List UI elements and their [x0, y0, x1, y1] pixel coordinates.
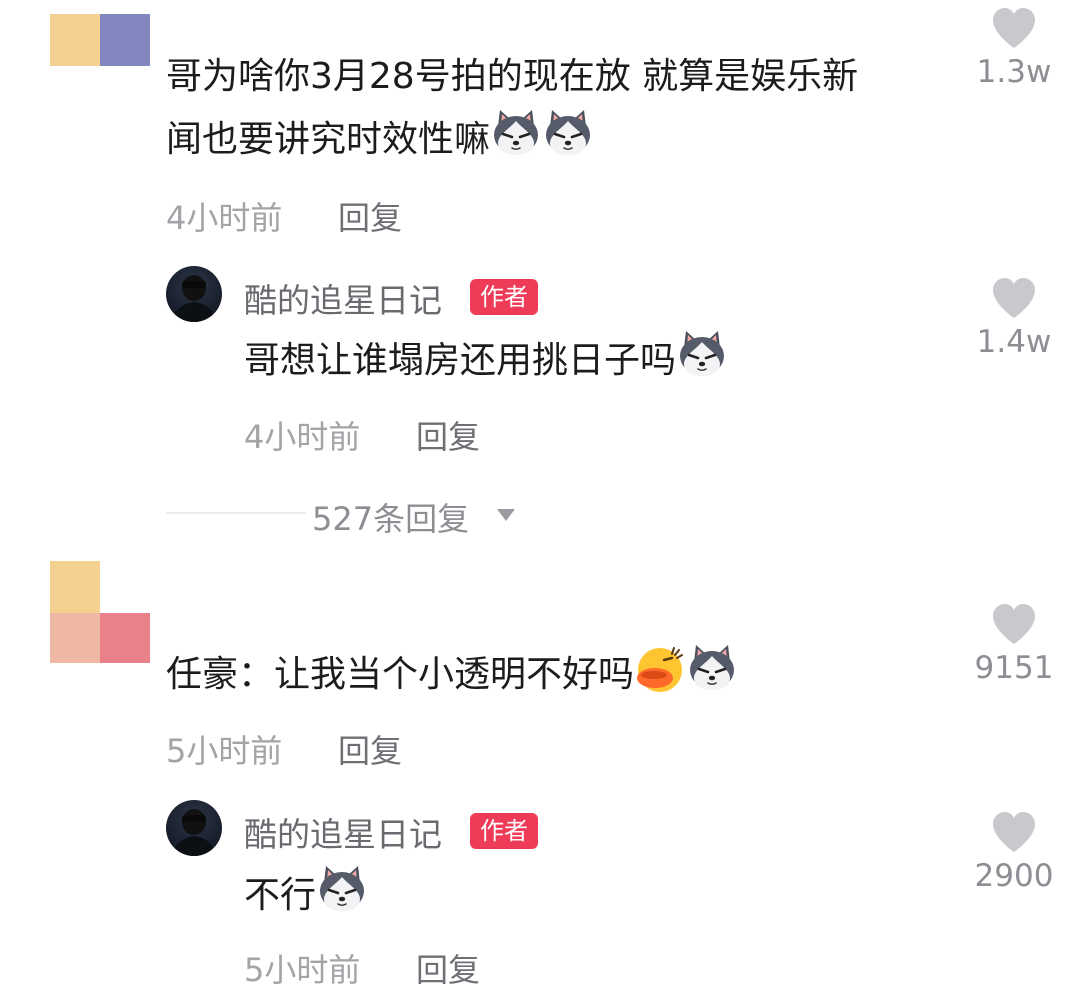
comment-1: 哥为啥你3月28号拍的现在放 就算是娱乐新 闻也要讲究时效性嘛 4小时前 回复 … [0, 0, 1080, 540]
chevron-down-icon [497, 509, 515, 521]
like-count: 1.3w [976, 54, 1052, 90]
comment-text: 闻也要讲究时效性嘛 [166, 119, 491, 160]
reply-timestamp: 5小时前 [244, 951, 361, 989]
like-button[interactable]: 1.3w [964, 6, 1064, 90]
husky-emoji [676, 328, 728, 380]
author-avatar-image [172, 275, 216, 322]
commenter-avatar-censored[interactable] [50, 561, 150, 663]
author-badge: 作者 [470, 279, 538, 315]
quack-emoji [634, 642, 686, 694]
author-badge: 作者 [470, 813, 538, 849]
author-name[interactable]: 酷的追星日记 [244, 808, 442, 856]
expand-divider [166, 512, 306, 514]
mosaic-block [50, 14, 100, 66]
author-avatar-image [172, 809, 216, 856]
reply-text: 不行 [244, 875, 317, 916]
author-name[interactable]: 酷的追星日记 [244, 274, 442, 322]
author-avatar[interactable] [166, 800, 222, 856]
expand-replies-label: 527条回复 [312, 500, 470, 538]
reply-button[interactable]: 回复 [416, 412, 480, 458]
mosaic-block [100, 613, 150, 663]
reply-text: 哥想让谁塌房还用挑日子吗 [244, 340, 677, 381]
mosaic-block [100, 14, 150, 66]
husky-emoji [490, 107, 542, 159]
author-avatar[interactable] [166, 266, 222, 322]
comment-2: 任豪：让我当个小透明不好吗 5小时前 回复 9151 酷的追星日记 作者 不行 … [0, 545, 1080, 989]
like-button[interactable]: 1.4w [964, 276, 1064, 360]
heart-icon [990, 6, 1038, 50]
like-count: 2900 [974, 858, 1054, 894]
commenter-avatar-censored[interactable] [50, 8, 150, 68]
husky-emoji [316, 863, 368, 915]
mosaic-block [50, 561, 100, 613]
like-count: 1.4w [976, 324, 1052, 360]
husky-emoji [542, 107, 594, 159]
reply-timestamp: 4小时前 [244, 418, 361, 456]
comment-timestamp: 4小时前 [166, 199, 283, 237]
heart-icon [990, 810, 1038, 854]
comment-timestamp: 5小时前 [166, 732, 283, 770]
reply-text-line: 不行 [244, 863, 368, 926]
reply-button[interactable]: 回复 [338, 193, 402, 239]
comment-text-line: 哥为啥你3月28号拍的现在放 就算是娱乐新 [166, 56, 859, 97]
like-button[interactable]: 9151 [964, 602, 1064, 686]
like-button[interactable]: 2900 [964, 810, 1064, 894]
heart-icon [990, 276, 1038, 320]
reply-button[interactable]: 回复 [416, 945, 480, 991]
comment-text-line: 任豪：让我当个小透明不好吗 [166, 642, 738, 705]
husky-emoji [686, 642, 738, 694]
comment-text: 任豪：让我当个小透明不好吗 [166, 654, 635, 695]
expand-replies-button[interactable]: 527条回复 [166, 492, 526, 538]
reply-text-line: 哥想让谁塌房还用挑日子吗 [244, 328, 728, 391]
mosaic-block [50, 613, 100, 663]
comment-text-line: 闻也要讲究时效性嘛 [166, 107, 594, 170]
reply-button[interactable]: 回复 [338, 726, 402, 772]
heart-icon [990, 602, 1038, 646]
like-count: 9151 [974, 650, 1054, 686]
